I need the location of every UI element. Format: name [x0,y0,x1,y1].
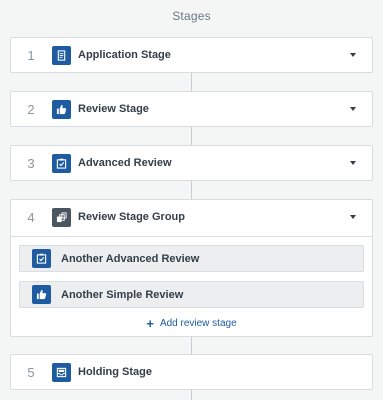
stage-card-advanced-review[interactable]: 3 Advanced Review [10,145,373,181]
connector-line [191,127,192,145]
group-header[interactable]: 4 Review Stage Group [11,200,372,236]
add-review-stage-link[interactable]: + Add review stage [11,315,372,331]
caret-down-icon[interactable] [350,107,356,111]
stage-label: Review Stage [78,103,149,115]
stage-number: 3 [27,156,35,171]
checkbox-icon [52,154,71,173]
stage-card-review-group: 4 Review Stage Group Another Advanced Re… [10,199,373,337]
inbox-icon [52,363,71,382]
stage-label: Review Stage Group [78,211,185,223]
stage-card-holding[interactable]: 5 Holding Stage [10,354,373,390]
stage-label: Holding Stage [78,366,152,378]
thumbs-up-icon [32,285,51,304]
thumbs-up-icon [52,100,71,119]
divider [11,236,372,237]
checkbox-icon [32,249,51,268]
connector-line [191,390,192,400]
sub-stage-simple-review[interactable]: Another Simple Review [19,281,364,308]
stage-number: 1 [27,48,35,63]
connector-line [191,337,192,354]
group-icon [52,208,71,227]
caret-down-icon[interactable] [350,215,356,219]
add-review-stage-label: Add review stage [159,318,237,329]
stage-card-application[interactable]: 1 Application Stage [10,37,373,73]
caret-down-icon[interactable] [350,161,356,165]
stage-label: Application Stage [78,49,171,61]
sub-stage-advanced-review[interactable]: Another Advanced Review [19,245,364,272]
stage-number: 2 [27,102,35,117]
plus-icon: + [146,315,154,331]
stage-card-review[interactable]: 2 Review Stage [10,91,373,127]
stage-number: 5 [27,365,35,380]
form-icon [52,46,71,65]
sub-stage-label: Another Advanced Review [61,253,200,265]
page-title: Stages [172,9,211,23]
sub-stage-label: Another Simple Review [61,289,184,301]
stage-label: Advanced Review [78,157,172,169]
connector-line [191,73,192,91]
caret-down-icon[interactable] [350,53,356,57]
stage-number: 4 [27,210,35,225]
stages-panel: Stages 1 Application Stage 2 Review Stag… [0,0,383,400]
connector-line [191,181,192,199]
